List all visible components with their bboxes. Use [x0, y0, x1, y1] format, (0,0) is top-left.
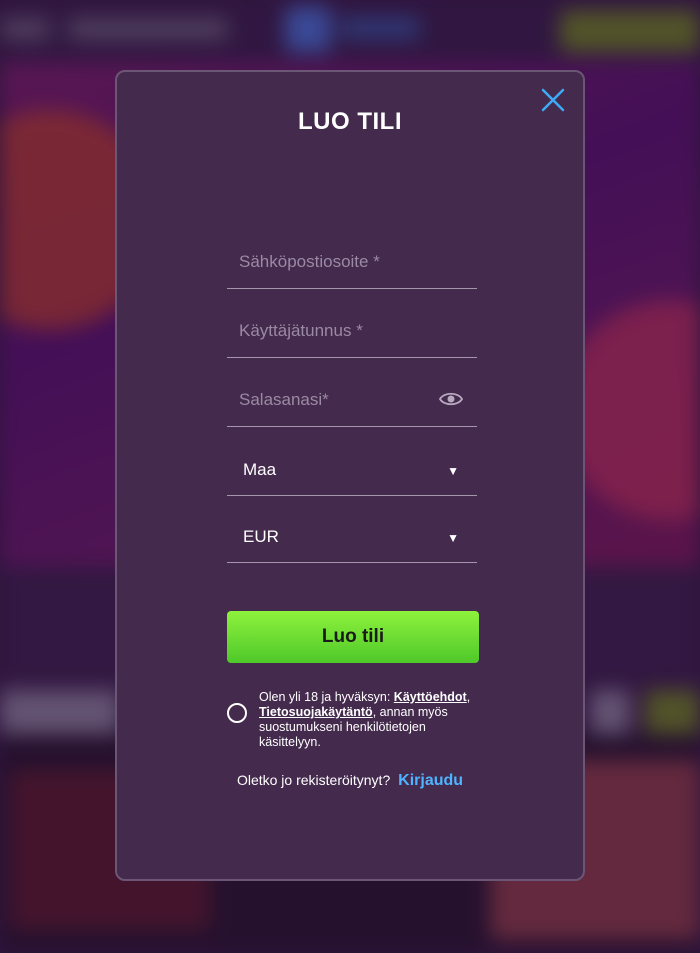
currency-select[interactable]: EUR ▼ — [227, 509, 477, 563]
terms-checkbox[interactable] — [227, 703, 247, 723]
login-link[interactable]: Kirjaudu — [398, 772, 463, 789]
terms-separator: , — [466, 690, 471, 704]
email-field[interactable] — [227, 235, 477, 288]
terms-text: Olen yli 18 ja hyväksyn: Käyttöehdot, Ti… — [259, 690, 479, 750]
password-field-wrapper — [227, 373, 477, 427]
signup-modal: LUO TILI Maa ▼ EUR ▼ Luo tili Olen yli 1… — [115, 70, 585, 881]
create-account-button[interactable]: Luo tili — [227, 611, 479, 663]
username-field[interactable] — [227, 304, 477, 357]
modal-title: LUO TILI — [298, 108, 402, 135]
username-field-wrapper — [227, 304, 477, 358]
chevron-down-icon: ▼ — [447, 531, 459, 545]
eye-icon[interactable] — [439, 390, 463, 408]
login-prompt: Oletko jo rekisteröitynyt? Kirjaudu — [117, 772, 583, 790]
currency-select-value: EUR — [243, 527, 279, 546]
chevron-down-icon: ▼ — [447, 464, 459, 478]
terms-prefix: Olen yli 18 ja hyväksyn: — [259, 690, 394, 704]
terms-of-use-link[interactable]: Käyttöehdot — [394, 690, 467, 704]
login-question: Oletko jo rekisteröitynyt? — [236, 772, 391, 788]
country-select[interactable]: Maa ▼ — [227, 442, 477, 496]
email-field-wrapper — [227, 235, 477, 289]
country-select-value: Maa — [243, 460, 277, 479]
privacy-policy-link[interactable]: Tietosuojakäytäntö — [259, 705, 373, 719]
